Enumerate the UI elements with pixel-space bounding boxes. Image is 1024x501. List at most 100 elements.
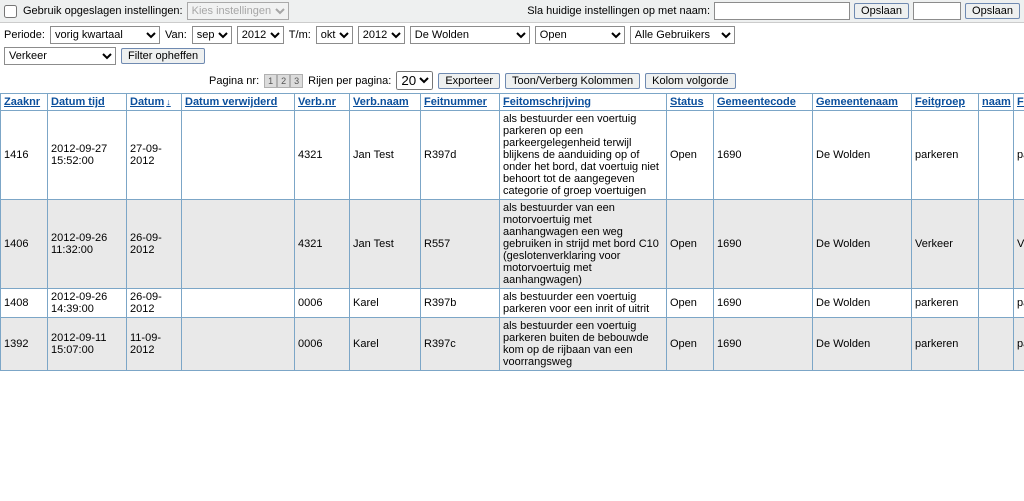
cell-gemeentenaam: De Wolden xyxy=(813,111,912,200)
cell-gemeentecode: 1690 xyxy=(714,318,813,371)
results-table: ZaaknrDatum tijdDatum↓Datum verwijderdVe… xyxy=(0,93,1024,371)
pager-bar: Pagina nr: 123 Rijen per pagina: 20 Expo… xyxy=(0,68,1024,93)
cell-verbnr: 0006 xyxy=(295,318,350,371)
col-header-feitnummer[interactable]: Feitnummer xyxy=(421,94,500,111)
clear-filter-button[interactable]: Filter opheffen xyxy=(121,48,205,64)
filter-bar: Periode: vorig kwartaal Van: sep 2012 T/… xyxy=(0,23,1024,47)
page-number-3[interactable]: 3 xyxy=(290,74,303,88)
col-header-zaaknr[interactable]: Zaaknr xyxy=(1,94,48,111)
toggle-columns-button[interactable]: Toon/Verberg Kolommen xyxy=(505,73,640,89)
cell-zaaknr: 1392 xyxy=(1,318,48,371)
use-saved-label: Gebruik opgeslagen instellingen: xyxy=(23,5,183,17)
page-label: Pagina nr: xyxy=(209,75,259,87)
from-year-select[interactable]: 2012 xyxy=(237,26,284,44)
cell-datum_verwijderd xyxy=(182,200,295,289)
cell-gemeentenaam: De Wolden xyxy=(813,318,912,371)
cell-zaaknr: 1406 xyxy=(1,200,48,289)
cell-feitomschrijving: als bestuurder een voertuig parkeren bui… xyxy=(500,318,667,371)
use-saved-checkbox[interactable] xyxy=(4,5,17,18)
rows-per-page-select[interactable]: 20 xyxy=(396,71,433,90)
save-settings-extra-input[interactable] xyxy=(913,2,961,20)
period-label: Periode: xyxy=(4,29,45,41)
cell-datumtijd: 2012-09-26 11:32:00 xyxy=(48,200,127,289)
status-select[interactable]: Open xyxy=(535,26,625,44)
col-header-feitgroep[interactable]: Feitgroep xyxy=(912,94,979,111)
cell-datumtijd: 2012-09-11 15:07:00 xyxy=(48,318,127,371)
cell-verbnr: 0006 xyxy=(295,289,350,318)
cell-status: Open xyxy=(667,200,714,289)
cell-naam xyxy=(979,111,1014,200)
cell-datum_verwijderd xyxy=(182,289,295,318)
cell-naam xyxy=(979,289,1014,318)
col-header-datum[interactable]: Datum↓ xyxy=(127,94,182,111)
to-label: T/m: xyxy=(289,29,311,41)
category-select[interactable]: Verkeer xyxy=(4,47,116,65)
cell-feitgroep: parkeren xyxy=(912,289,979,318)
cell-feitomschrijving: als bestuurder een voertuig parkeren op … xyxy=(500,111,667,200)
cell-feitnummer: R397b xyxy=(421,289,500,318)
col-header-feitgroep2[interactable]: Feitgroep xyxy=(1014,94,1024,111)
cell-feitgroep2: parkeren xyxy=(1014,289,1024,318)
cell-gemeentecode: 1690 xyxy=(714,289,813,318)
page-number-2[interactable]: 2 xyxy=(277,74,290,88)
col-header-naam[interactable]: naam xyxy=(979,94,1014,111)
cell-feitnummer: R557 xyxy=(421,200,500,289)
col-header-datum_verwijderd[interactable]: Datum verwijderd xyxy=(182,94,295,111)
cell-status: Open xyxy=(667,111,714,200)
to-month-select[interactable]: okt xyxy=(316,26,353,44)
to-year-select[interactable]: 2012 xyxy=(358,26,405,44)
table-row[interactable]: 14082012-09-26 14:39:0026-09-20120006Kar… xyxy=(1,289,1024,318)
cell-datumtijd: 2012-09-26 14:39:00 xyxy=(48,289,127,318)
col-header-feitomschrijving[interactable]: Feitomschrijving xyxy=(500,94,667,111)
col-header-verbnaam[interactable]: Verb.naam xyxy=(350,94,421,111)
save-settings-name-input[interactable] xyxy=(714,2,850,20)
cell-feitnummer: R397d xyxy=(421,111,500,200)
saved-settings-select[interactable]: Kies instellingen xyxy=(187,2,289,20)
municipality-select[interactable]: De Wolden xyxy=(410,26,530,44)
period-select[interactable]: vorig kwartaal xyxy=(50,26,160,44)
export-button[interactable]: Exporteer xyxy=(438,73,500,89)
cell-feitgroep: Verkeer xyxy=(912,200,979,289)
col-header-verbnr[interactable]: Verb.nr xyxy=(295,94,350,111)
settings-toolbar: Gebruik opgeslagen instellingen: Kies in… xyxy=(0,0,1024,23)
cell-verbnaam: Karel xyxy=(350,318,421,371)
table-row[interactable]: 14062012-09-26 11:32:0026-09-20124321Jan… xyxy=(1,200,1024,289)
users-select[interactable]: Alle Gebruikers xyxy=(630,26,735,44)
save-settings-button[interactable]: Opslaan xyxy=(854,3,909,19)
col-header-status[interactable]: Status xyxy=(667,94,714,111)
cell-datum: 26-09-2012 xyxy=(127,289,182,318)
table-row[interactable]: 13922012-09-11 15:07:0011-09-2012 0006Kar… xyxy=(1,318,1024,371)
page-number-1[interactable]: 1 xyxy=(264,74,277,88)
cell-zaaknr: 1408 xyxy=(1,289,48,318)
sort-indicator-icon: ↓ xyxy=(166,97,171,107)
cell-feitnummer: R397c xyxy=(421,318,500,371)
from-label: Van: xyxy=(165,29,187,41)
cell-feitgroep: parkeren xyxy=(912,111,979,200)
cell-feitgroep2: Verkeer xyxy=(1014,200,1024,289)
cell-feitomschrijving: als bestuurder van een motorvoertuig met… xyxy=(500,200,667,289)
cell-naam xyxy=(979,200,1014,289)
cell-datum: 27-09-2012 xyxy=(127,111,182,200)
cell-datum: 11-09-2012 xyxy=(127,318,182,371)
from-month-select[interactable]: sep xyxy=(192,26,232,44)
cell-zaaknr: 1416 xyxy=(1,111,48,200)
column-order-button[interactable]: Kolom volgorde xyxy=(645,73,735,89)
cell-feitgroep2: parkeren xyxy=(1014,111,1024,200)
col-header-gemeentecode[interactable]: Gemeentecode xyxy=(714,94,813,111)
table-row[interactable]: 14162012-09-27 15:52:0027-09-20124321Jan… xyxy=(1,111,1024,200)
cell-gemeentecode: 1690 xyxy=(714,111,813,200)
cell-verbnr: 4321 xyxy=(295,200,350,289)
save-settings-label: Sla huidige instellingen op met naam: xyxy=(527,5,710,17)
header-row: ZaaknrDatum tijdDatum↓Datum verwijderdVe… xyxy=(1,94,1024,111)
cell-datum_verwijderd xyxy=(182,111,295,200)
col-header-datumtijd[interactable]: Datum tijd xyxy=(48,94,127,111)
save-settings-button-2[interactable]: Opslaan xyxy=(965,3,1020,19)
cell-datumtijd: 2012-09-27 15:52:00 xyxy=(48,111,127,200)
cell-verbnaam: Jan Test xyxy=(350,111,421,200)
cell-status: Open xyxy=(667,318,714,371)
cell-gemeentenaam: De Wolden xyxy=(813,289,912,318)
col-header-gemeentenaam[interactable]: Gemeentenaam xyxy=(813,94,912,111)
cell-feitomschrijving: als bestuurder een voertuig parkeren voo… xyxy=(500,289,667,318)
cell-naam xyxy=(979,318,1014,371)
cell-verbnaam: Jan Test xyxy=(350,200,421,289)
